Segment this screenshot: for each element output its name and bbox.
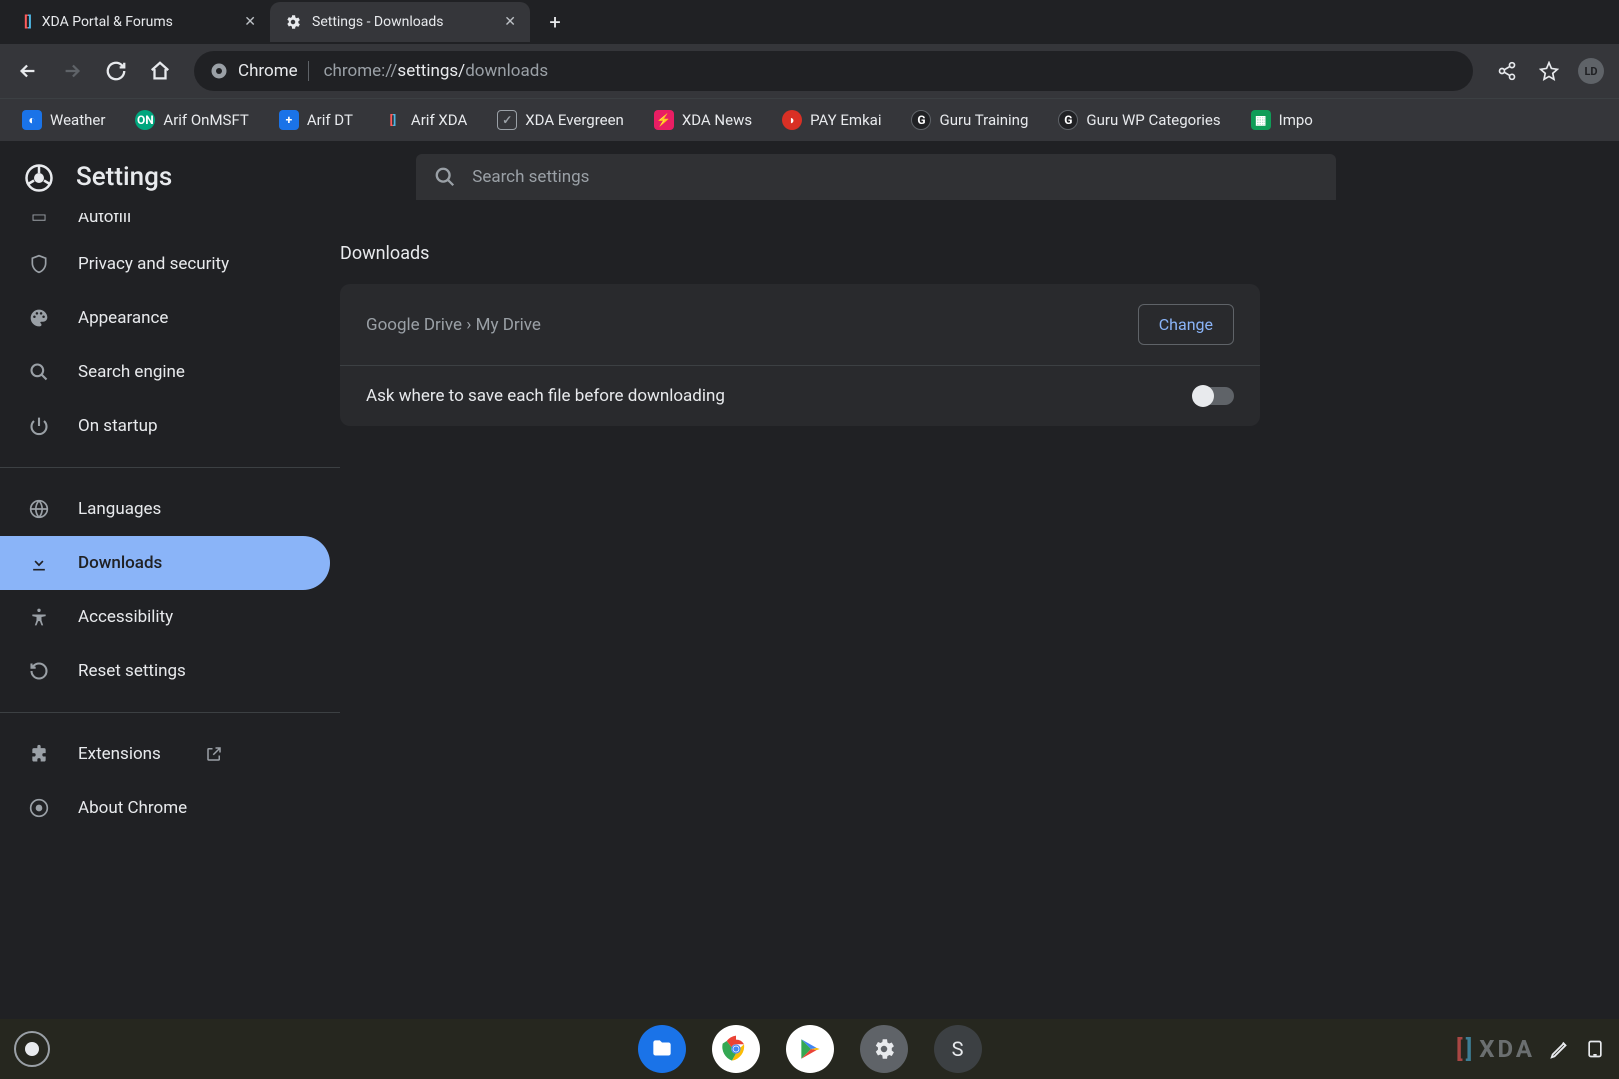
settings-sidebar: ▭ Autofill Privacy and security Appearan… [0, 213, 340, 1019]
tab-strip: [] XDA Portal & Forums ✕ Settings - Down… [0, 0, 1619, 44]
home-button[interactable] [142, 53, 178, 89]
bookmark-arif-xda[interactable]: []Arif XDA [373, 106, 477, 134]
files-app-icon[interactable] [638, 1025, 686, 1073]
play-store-icon[interactable] [786, 1025, 834, 1073]
section-title: Downloads [340, 243, 1619, 264]
forward-button[interactable] [54, 53, 90, 89]
sidebar-divider [0, 467, 340, 468]
chrome-app-icon[interactable] [712, 1025, 760, 1073]
tab-title: Settings - Downloads [312, 14, 494, 30]
bookmark-star-button[interactable] [1531, 53, 1567, 89]
address-bar[interactable]: Chrome chrome://settings/downloads [194, 51, 1473, 91]
bookmark-guru-training[interactable]: GGuru Training [901, 106, 1038, 134]
avatar-icon[interactable]: S [934, 1025, 982, 1073]
search-icon [28, 362, 50, 382]
site-label: Chrome [238, 61, 309, 81]
bookmark-arif-dt[interactable]: +Arif DT [269, 106, 363, 134]
reset-icon [28, 661, 50, 681]
chrome-icon [28, 798, 50, 818]
tab-xda[interactable]: [] XDA Portal & Forums ✕ [10, 2, 270, 42]
gear-favicon [284, 13, 302, 31]
external-link-icon [205, 745, 223, 763]
close-tab-icon[interactable]: ✕ [244, 14, 256, 30]
bookmark-impo[interactable]: ▦Impo [1241, 106, 1323, 134]
sidebar-item-privacy[interactable]: Privacy and security [0, 237, 330, 291]
sidebar-item-accessibility[interactable]: Accessibility [0, 590, 330, 644]
bookmark-guru-wp[interactable]: GGuru WP Categories [1048, 106, 1230, 134]
settings-app-icon[interactable] [860, 1025, 908, 1073]
sidebar-item-languages[interactable]: Languages [0, 482, 330, 536]
sidebar-item-about-chrome[interactable]: About Chrome [0, 781, 330, 835]
sidebar-item-autofill[interactable]: ▭ Autofill [0, 213, 330, 237]
tablet-icon[interactable] [1585, 1039, 1605, 1059]
sidebar-item-on-startup[interactable]: On startup [0, 399, 330, 453]
close-tab-icon[interactable]: ✕ [504, 14, 516, 30]
bookmark-weather[interactable]: ◐Weather [12, 106, 115, 134]
power-icon [28, 416, 50, 436]
sidebar-item-search-engine[interactable]: Search engine [0, 345, 330, 399]
download-icon [28, 553, 50, 573]
launcher-button[interactable] [14, 1031, 50, 1067]
sidebar-item-reset[interactable]: Reset settings [0, 644, 330, 698]
sidebar-item-downloads[interactable]: Downloads [0, 536, 330, 590]
ask-where-row: Ask where to save each file before downl… [340, 365, 1260, 426]
url-text: chrome://settings/downloads [319, 61, 548, 81]
downloads-card: Google Drive › My Drive Change Ask where… [340, 284, 1260, 426]
settings-header: Settings Search settings [0, 141, 1619, 213]
download-location-text: Google Drive › My Drive [366, 315, 541, 335]
extension-button[interactable]: LD [1573, 53, 1609, 89]
back-button[interactable] [10, 53, 46, 89]
accessibility-icon [28, 607, 50, 627]
autofill-icon: ▭ [28, 213, 50, 227]
change-location-button[interactable]: Change [1138, 304, 1234, 345]
share-button[interactable] [1489, 53, 1525, 89]
settings-search-box[interactable]: Search settings [416, 154, 1336, 200]
page-title: Settings [76, 162, 172, 192]
chrome-logo-icon [24, 163, 52, 191]
bookmark-xda-news[interactable]: ⚡XDA News [644, 106, 762, 134]
bookmark-arif-onmsft[interactable]: ONArif OnMSFT [125, 106, 258, 134]
settings-content: Downloads Google Drive › My Drive Change… [340, 213, 1619, 1019]
search-icon [434, 166, 456, 188]
chromeos-shelf: S [] XDA [0, 1019, 1619, 1079]
tab-settings[interactable]: Settings - Downloads ✕ [270, 2, 530, 42]
bookmark-pay-emkai[interactable]: ◗PAY Emkai [772, 106, 891, 134]
search-placeholder: Search settings [472, 167, 589, 187]
palette-icon [28, 308, 50, 328]
site-info-icon[interactable] [210, 62, 228, 80]
xda-watermark: [] XDA [1456, 1035, 1535, 1063]
bookmarks-bar: ◐Weather ONArif OnMSFT +Arif DT []Arif X… [0, 99, 1619, 141]
download-location-row: Google Drive › My Drive Change [340, 284, 1260, 365]
tab-title: XDA Portal & Forums [42, 14, 234, 30]
globe-icon [28, 499, 50, 519]
reload-button[interactable] [98, 53, 134, 89]
pen-icon[interactable] [1549, 1038, 1571, 1060]
bookmark-xda-evergreen[interactable]: ✓XDA Evergreen [487, 106, 634, 134]
sidebar-item-appearance[interactable]: Appearance [0, 291, 330, 345]
browser-toolbar: Chrome chrome://settings/downloads LD [0, 44, 1619, 99]
ask-where-label: Ask where to save each file before downl… [366, 386, 725, 406]
extension-icon [28, 744, 50, 764]
new-tab-button[interactable]: + [540, 7, 570, 37]
shield-icon [28, 254, 50, 274]
ask-where-toggle[interactable] [1194, 387, 1234, 405]
sidebar-item-extensions[interactable]: Extensions [0, 727, 330, 781]
sidebar-divider [0, 712, 340, 713]
xda-favicon: [] [24, 14, 32, 30]
